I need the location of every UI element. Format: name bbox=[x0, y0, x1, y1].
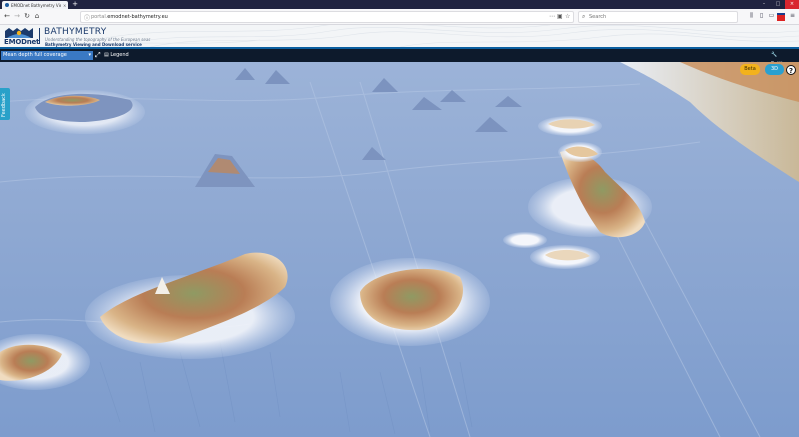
minimize-button[interactable]: – bbox=[757, 0, 771, 9]
more-actions-icon[interactable]: ⋯ bbox=[549, 12, 555, 22]
search-icon: ⌕ bbox=[582, 13, 586, 20]
maximize-button[interactable]: □ bbox=[771, 0, 785, 9]
search-input[interactable] bbox=[589, 13, 729, 21]
feedback-tab[interactable]: Feedback bbox=[0, 88, 10, 120]
3d-mode-toggle[interactable]: 3D bbox=[765, 64, 784, 75]
browser-navbar: ← → ↻ ⌂ ⓘ portal.emodnet-bathymetry.eu ⋯… bbox=[0, 9, 799, 25]
fullscreen-icon[interactable]: ⤢ bbox=[95, 50, 101, 61]
browser-tab-strip: EMODnet Bathymetry Viewin... × + – □ × bbox=[0, 0, 799, 9]
map-canvas[interactable] bbox=[0, 62, 799, 437]
close-window-button[interactable]: × bbox=[785, 0, 799, 9]
back-icon[interactable]: ← bbox=[2, 11, 12, 21]
forward-icon[interactable]: → bbox=[12, 11, 22, 21]
screenshot-icon[interactable]: ▭ bbox=[767, 11, 776, 21]
help-button[interactable]: ? bbox=[786, 65, 796, 75]
browser-tab[interactable]: EMODnet Bathymetry Viewin... × bbox=[2, 1, 68, 9]
url-text[interactable]: portal.emodnet-bathymetry.eu bbox=[91, 13, 168, 21]
home-icon[interactable]: ⌂ bbox=[32, 11, 42, 21]
layer-select-value: Mean depth full coverage bbox=[3, 52, 67, 58]
header-divider bbox=[39, 28, 40, 44]
library-icon[interactable]: ⫼ bbox=[747, 11, 756, 21]
url-bar[interactable]: ⓘ portal.emodnet-bathymetry.eu ⋯ ▣ ☆ bbox=[80, 11, 574, 23]
new-tab-button[interactable]: + bbox=[71, 0, 79, 9]
legend-button[interactable]: ▤ Legend bbox=[104, 51, 129, 60]
feedback-label: Feedback bbox=[1, 93, 7, 117]
beta-badge: Beta bbox=[740, 64, 760, 75]
reader-view-icon[interactable]: ▣ bbox=[557, 12, 563, 22]
site-header: EMODnet BATHYMETRY Understanding the top… bbox=[0, 25, 799, 47]
logo-text: EMODnet bbox=[4, 38, 40, 46]
bookmark-star-icon[interactable]: ☆ bbox=[565, 12, 570, 22]
page-title: BATHYMETRY bbox=[44, 27, 107, 37]
browser-search-box[interactable]: ⌕ bbox=[578, 11, 738, 23]
sidebar-icon[interactable]: ▯ bbox=[757, 11, 766, 21]
tab-title: EMODnet Bathymetry Viewin... bbox=[11, 2, 61, 8]
emodnet-logo[interactable]: EMODnet bbox=[3, 26, 39, 46]
extension-flag-icon[interactable] bbox=[777, 13, 785, 21]
layer-select[interactable]: Mean depth full coverage ▾ bbox=[1, 51, 93, 60]
document-icon: ▤ bbox=[104, 52, 109, 58]
lock-icon[interactable]: ⓘ bbox=[84, 13, 90, 22]
wrench-icon: 🔧 bbox=[771, 52, 778, 58]
legend-label: Legend bbox=[110, 52, 129, 58]
menu-icon[interactable]: ≡ bbox=[788, 11, 797, 21]
bathymetry-3d-map[interactable]: Feedback Beta 3D ? bbox=[0, 62, 799, 437]
chevron-down-icon: ▾ bbox=[88, 52, 91, 58]
reload-icon[interactable]: ↻ bbox=[22, 11, 32, 21]
map-toolbar: Mean depth full coverage ▾ ⤢ ▤ Legend 🔧 … bbox=[0, 49, 799, 67]
tab-close-icon[interactable]: × bbox=[63, 3, 66, 8]
emodnet-favicon-icon bbox=[5, 3, 9, 7]
